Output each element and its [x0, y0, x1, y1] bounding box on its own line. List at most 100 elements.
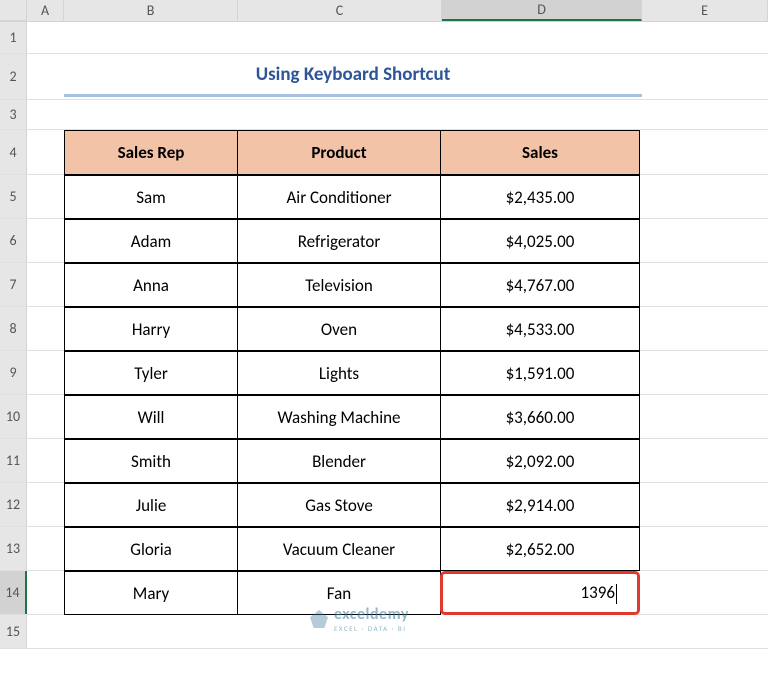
cell-D13[interactable]: $2,652.00 — [440, 527, 640, 571]
cell-B11[interactable]: Smith — [64, 439, 238, 483]
column-headers: A B C D E — [0, 0, 768, 22]
row-header-15[interactable]: 15 — [0, 615, 27, 648]
row-header-13[interactable]: 13 — [0, 527, 27, 570]
cell-C6[interactable]: Refrigerator — [237, 219, 441, 263]
cell-D14-editing[interactable]: 1396 — [440, 571, 640, 615]
cell-A15[interactable] — [27, 615, 64, 648]
cell-B9[interactable]: Tyler — [64, 351, 238, 395]
cell-D10[interactable]: $3,660.00 — [440, 395, 640, 439]
text-caret — [616, 584, 617, 604]
table-header-product[interactable]: Product — [237, 130, 441, 175]
row-header-7[interactable]: 7 — [0, 263, 27, 306]
row-header-4[interactable]: 4 — [0, 130, 27, 174]
row-header-9[interactable]: 9 — [0, 351, 27, 394]
col-header-D[interactable]: D — [442, 0, 642, 21]
cell-E8[interactable] — [640, 307, 766, 350]
cell-A5[interactable] — [27, 175, 64, 218]
cell-E4[interactable] — [640, 130, 766, 174]
row-header-10[interactable]: 10 — [0, 395, 27, 438]
cell-E6[interactable] — [640, 219, 766, 262]
cell-B14[interactable]: Mary — [64, 571, 238, 615]
cell-E11[interactable] — [640, 439, 766, 482]
cell-A6[interactable] — [27, 219, 64, 262]
cell-D9[interactable]: $1,591.00 — [440, 351, 640, 395]
col-header-E[interactable]: E — [642, 0, 768, 21]
row-12: 12 JulieGas Stove$2,914.00 — [0, 483, 768, 527]
col-header-A[interactable]: A — [27, 0, 64, 21]
cell-D3[interactable] — [442, 100, 642, 129]
cell-D12[interactable]: $2,914.00 — [440, 483, 640, 527]
cell-B7[interactable]: Anna — [64, 263, 238, 307]
cell-C1[interactable] — [238, 22, 442, 53]
col-header-C[interactable]: C — [238, 0, 442, 21]
cell-B1[interactable] — [64, 22, 238, 53]
select-all-corner[interactable] — [0, 0, 27, 21]
cell-C5[interactable]: Air Conditioner — [237, 175, 441, 219]
cell-A9[interactable] — [27, 351, 64, 394]
cell-A8[interactable] — [27, 307, 64, 350]
cell-A1[interactable] — [27, 22, 64, 53]
cell-D5[interactable]: $2,435.00 — [440, 175, 640, 219]
cell-B6[interactable]: Adam — [64, 219, 238, 263]
table-header-sales-rep[interactable]: Sales Rep — [64, 130, 238, 175]
cell-C12[interactable]: Gas Stove — [237, 483, 441, 527]
cell-B8[interactable]: Harry — [64, 307, 238, 351]
cell-E7[interactable] — [640, 263, 766, 306]
row-header-14[interactable]: 14 — [0, 571, 27, 614]
cell-E12[interactable] — [640, 483, 766, 526]
row-13: 13 GloriaVacuum Cleaner$2,652.00 — [0, 527, 768, 571]
row-header-2[interactable]: 2 — [0, 54, 27, 99]
cell-A7[interactable] — [27, 263, 64, 306]
cell-A14[interactable] — [27, 571, 64, 614]
cell-E5[interactable] — [640, 175, 766, 218]
cell-B10[interactable]: Will — [64, 395, 238, 439]
cell-C8[interactable]: Oven — [237, 307, 441, 351]
cell-C11[interactable]: Blender — [237, 439, 441, 483]
cell-B5[interactable]: Sam — [64, 175, 238, 219]
cell-B12[interactable]: Julie — [64, 483, 238, 527]
row-header-1[interactable]: 1 — [0, 22, 27, 53]
cell-D6[interactable]: $4,025.00 — [440, 219, 640, 263]
cell-A11[interactable] — [27, 439, 64, 482]
cell-E9[interactable] — [640, 351, 766, 394]
cell-A4[interactable] — [27, 130, 64, 174]
cell-E14[interactable] — [640, 571, 766, 614]
row-header-11[interactable]: 11 — [0, 439, 27, 482]
cell-C3[interactable] — [238, 100, 442, 129]
cell-E15[interactable] — [642, 615, 768, 648]
cell-E1[interactable] — [642, 22, 768, 53]
watermark: exceldemy EXCEL · DATA · BI — [310, 605, 409, 633]
col-header-B[interactable]: B — [64, 0, 238, 21]
cell-A2[interactable] — [27, 54, 64, 99]
cell-A3[interactable] — [27, 100, 64, 129]
row-header-3[interactable]: 3 — [0, 100, 27, 129]
row-header-12[interactable]: 12 — [0, 483, 27, 526]
cell-B3[interactable] — [64, 100, 238, 129]
cell-E3[interactable] — [642, 100, 768, 129]
row-header-8[interactable]: 8 — [0, 307, 27, 350]
row-4: 4 Sales Rep Product Sales — [0, 130, 768, 175]
cell-A13[interactable] — [27, 527, 64, 570]
cell-B13[interactable]: Gloria — [64, 527, 238, 571]
cell-C7[interactable]: Television — [237, 263, 441, 307]
row-header-5[interactable]: 5 — [0, 175, 27, 218]
cell-D11[interactable]: $2,092.00 — [440, 439, 640, 483]
cell-C10[interactable]: Washing Machine — [237, 395, 441, 439]
cell-E10[interactable] — [640, 395, 766, 438]
cell-B15[interactable] — [64, 615, 238, 648]
cell-E2[interactable] — [642, 54, 768, 99]
row-header-6[interactable]: 6 — [0, 219, 27, 262]
cell-C9[interactable]: Lights — [237, 351, 441, 395]
cell-D1[interactable] — [442, 22, 642, 53]
cell-D7[interactable]: $4,767.00 — [440, 263, 640, 307]
cell-C13[interactable]: Vacuum Cleaner — [237, 527, 441, 571]
cell-A10[interactable] — [27, 395, 64, 438]
cell-E13[interactable] — [640, 527, 766, 570]
row-10: 10 WillWashing Machine$3,660.00 — [0, 395, 768, 439]
cell-D8[interactable]: $4,533.00 — [440, 307, 640, 351]
table-header-sales[interactable]: Sales — [440, 130, 640, 175]
cell-D15[interactable] — [442, 615, 642, 648]
page-title[interactable]: Using Keyboard Shortcut — [64, 54, 642, 97]
editing-value: 1396 — [581, 582, 615, 603]
cell-A12[interactable] — [27, 483, 64, 526]
